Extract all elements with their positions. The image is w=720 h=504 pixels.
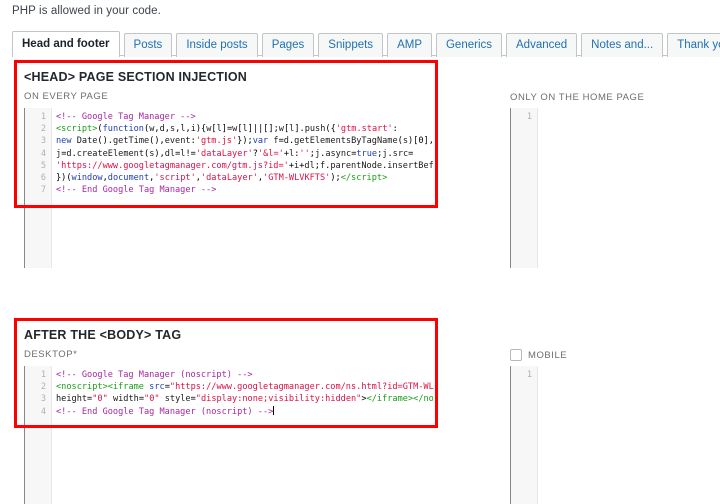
line-number: 6 xyxy=(40,173,46,184)
head-left-label: ON EVERY PAGE xyxy=(24,91,109,102)
code-line: <script>(function(w,d,s,l,i){w[l]=w[l]||… xyxy=(56,124,398,135)
head-home-page-editor[interactable]: 1 xyxy=(510,108,720,268)
code-line: <!-- End Google Tag Manager (noscript) -… xyxy=(56,405,275,417)
head-home-section: ONLY ON THE HOME PAGE xyxy=(510,92,715,103)
line-number: 1 xyxy=(40,112,46,122)
line-number: 4 xyxy=(40,148,46,159)
code-line: 'https://www.googletagmanager.com/gtm.js… xyxy=(56,160,434,171)
line-number: 4 xyxy=(40,406,46,417)
line-number: 5 xyxy=(40,160,46,171)
head-right-label: ONLY ON THE HOME PAGE xyxy=(510,92,645,103)
code-line: j=d.createElement(s),dl=l!='dataLayer'?'… xyxy=(56,148,414,159)
code-line: new Date().getTime(),event:'gtm.js'});va… xyxy=(56,136,434,147)
tab-generics[interactable]: Generics xyxy=(435,33,503,57)
line-number-gutter: 1 2345 67 xyxy=(25,108,52,268)
php-allowed-notice: PHP is allowed in your code. xyxy=(12,5,161,17)
line-number: 2 xyxy=(40,124,46,135)
tab-notes-and[interactable]: Notes and... xyxy=(581,33,664,57)
head-section-title: <HEAD> PAGE SECTION INJECTION xyxy=(24,70,247,84)
code-line: })(window,document,'script','dataLayer',… xyxy=(56,173,388,184)
line-number: 7 xyxy=(40,185,46,196)
line-number: 1 xyxy=(526,112,532,122)
head-section: <HEAD> PAGE SECTION INJECTION ON EVERY P… xyxy=(24,70,434,102)
line-number-gutter: 1 xyxy=(511,366,538,504)
code-line: <!-- Google Tag Manager (noscript) --> xyxy=(56,370,253,380)
tab-advanced[interactable]: Advanced xyxy=(506,33,578,57)
body-left-label: DESKTOP* xyxy=(24,349,78,360)
tab-thank-you[interactable]: Thank you xyxy=(667,33,720,57)
tab-amp[interactable]: AMP xyxy=(387,33,432,57)
tab-snippets[interactable]: Snippets xyxy=(318,33,384,57)
body-desktop-editor[interactable]: 1 234 <!-- Google Tag Manager (noscript) … xyxy=(24,366,434,504)
body-mobile-section: MOBILE xyxy=(510,349,715,361)
tab-inside-posts[interactable]: Inside posts xyxy=(176,33,258,57)
tab-pages[interactable]: Pages xyxy=(261,33,315,57)
code-content[interactable] xyxy=(538,366,720,504)
body-mobile-editor[interactable]: 1 xyxy=(510,366,720,504)
code-content[interactable]: <!-- Google Tag Manager (noscript) --> <n… xyxy=(52,366,434,504)
code-line: <!-- Google Tag Manager --> xyxy=(56,112,196,122)
code-content[interactable] xyxy=(538,108,720,268)
code-content[interactable]: <!-- Google Tag Manager --> <script>(func… xyxy=(52,108,434,268)
line-number: 3 xyxy=(40,394,46,405)
tab-strip: Head and footer Posts Inside posts Pages Sni… xyxy=(12,31,720,57)
code-line: height="0" width="0" style="display:none… xyxy=(56,394,434,405)
tab-head-and-footer[interactable]: Head and footer xyxy=(12,31,120,57)
body-right-label: MOBILE xyxy=(528,349,568,361)
body-section-title: AFTER THE <BODY> TAG xyxy=(24,328,182,342)
line-number: 1 xyxy=(40,370,46,380)
line-number-gutter: 1 234 xyxy=(25,366,52,504)
code-line: <!-- End Google Tag Manager --> xyxy=(56,185,217,196)
tab-posts[interactable]: Posts xyxy=(123,33,173,57)
code-line: <noscript><iframe src="https://www.googl… xyxy=(56,382,434,393)
line-number-gutter: 1 xyxy=(511,108,538,268)
line-number: 2 xyxy=(40,382,46,393)
body-section: AFTER THE <BODY> TAG DESKTOP* xyxy=(24,328,434,360)
line-number: 3 xyxy=(40,136,46,147)
mobile-field-group: MOBILE xyxy=(510,349,715,361)
line-number: 1 xyxy=(526,370,532,380)
mobile-checkbox[interactable] xyxy=(510,349,522,361)
page-root: PHP is allowed in your code. Head and fo… xyxy=(0,0,720,504)
head-every-page-editor[interactable]: 1 2345 67 <!-- Google Tag Manager --> <scri… xyxy=(24,108,434,268)
